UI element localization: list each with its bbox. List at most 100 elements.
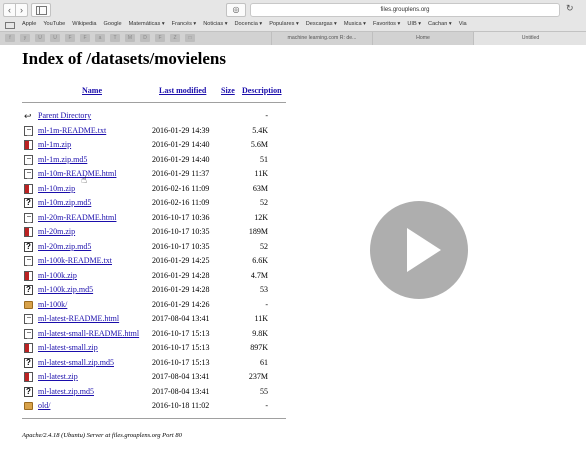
- file-link[interactable]: ml-latest-small.zip.md5: [38, 356, 114, 370]
- table-row: ml-1m.zip.md5 2016-01-29 14:40 51: [22, 153, 292, 167]
- last-modified-cell: 2016-01-29 11:37: [152, 169, 210, 178]
- text-file-icon: [24, 314, 33, 324]
- tab-machine-learning[interactable]: machine learning.com R: de...: [271, 32, 372, 45]
- last-modified-cell: 2017-08-04 13:41: [152, 386, 210, 396]
- bookmark-item[interactable]: Musica ▾: [344, 21, 366, 27]
- compressed-file-icon: [24, 183, 33, 194]
- file-link[interactable]: ml-100k-README.txt: [38, 254, 112, 268]
- column-header-description[interactable]: Description: [242, 86, 282, 95]
- file-link[interactable]: ml-100k.zip: [38, 269, 77, 283]
- column-header-last-modified[interactable]: Last modified: [159, 86, 206, 95]
- bookmark-item[interactable]: Apple: [22, 21, 36, 27]
- tab-home[interactable]: Home: [372, 32, 473, 45]
- bookmarks-bar: Apple YouTube Wikipedia Google Matemáticas ▾…: [0, 18, 586, 31]
- size-cell: 61: [260, 357, 268, 367]
- pinned-tab-icon[interactable]: f: [5, 34, 15, 42]
- play-button[interactable]: [370, 201, 468, 299]
- file-link[interactable]: old/: [38, 399, 50, 413]
- file-link[interactable]: ml-20m.zip: [38, 225, 75, 239]
- size-cell: 55: [260, 386, 268, 396]
- last-modified-cell: 2016-01-29 14:40: [152, 140, 210, 149]
- browser-toolbar: ‹ › ◎ files.grouplens.org ↻: [0, 0, 586, 18]
- size-cell: 6.6K: [252, 256, 268, 265]
- pinned-tab-icon[interactable]: □: [185, 34, 195, 42]
- grid-icon[interactable]: [5, 22, 15, 29]
- file-link[interactable]: Parent Directory: [38, 109, 91, 123]
- file-link[interactable]: ml-10m-README.html: [38, 167, 116, 181]
- bookmark-item[interactable]: Wikipedia: [72, 21, 96, 27]
- size-cell: 237M: [248, 372, 268, 381]
- bookmark-item[interactable]: Google: [104, 21, 122, 27]
- file-link[interactable]: ml-10m.zip: [38, 182, 75, 196]
- bookmark-item[interactable]: Descargas ▾: [306, 21, 337, 27]
- reload-icon[interactable]: ↻: [566, 3, 574, 14]
- text-file-icon: [24, 169, 33, 179]
- pinned-tab-icon[interactable]: F: [155, 34, 165, 42]
- pinned-tab-icon[interactable]: D: [140, 34, 150, 42]
- table-row: ? ml-20m.zip.md5 2016-10-17 10:35 52: [22, 240, 292, 254]
- bookmark-item[interactable]: Docencia ▾: [235, 21, 263, 27]
- sidebar-toggle-button[interactable]: [31, 3, 51, 17]
- unknown-file-icon: ?: [24, 386, 33, 397]
- column-header-name[interactable]: Name: [82, 86, 102, 95]
- privacy-button[interactable]: ◎: [226, 3, 246, 17]
- text-file-icon: [24, 328, 33, 339]
- file-link[interactable]: ml-latest.zip.md5: [38, 385, 94, 399]
- compressed-file-icon: [24, 227, 33, 237]
- pinned-tab-icon[interactable]: U: [50, 34, 60, 42]
- file-link[interactable]: ml-20m.zip.md5: [38, 240, 91, 254]
- pinned-tab-icon[interactable]: Z: [170, 34, 180, 42]
- file-link[interactable]: ml-latest.zip: [38, 370, 78, 384]
- last-modified-cell: 2016-10-17 15:13: [152, 343, 210, 352]
- last-modified-cell: 2016-10-17 15:13: [152, 357, 210, 367]
- pinned-tab-icon[interactable]: U: [35, 34, 45, 42]
- file-link[interactable]: ml-latest-small-README.html: [38, 327, 139, 341]
- bookmark-item[interactable]: YouTube: [43, 21, 65, 27]
- unknown-file-icon: ?: [24, 285, 33, 295]
- pinned-tab-icon[interactable]: a: [95, 34, 105, 42]
- bookmark-item[interactable]: Noticias ▾: [203, 21, 227, 27]
- pinned-tab-icon[interactable]: y: [20, 34, 30, 42]
- file-link[interactable]: ml-1m-README.txt: [38, 124, 106, 138]
- bookmark-item[interactable]: Favoritos ▾: [373, 21, 400, 27]
- file-link[interactable]: ml-latest-small.zip: [38, 341, 98, 355]
- last-modified-cell: 2016-02-16 11:09: [152, 183, 210, 193]
- bookmark-item[interactable]: Cachan ▾: [428, 21, 452, 27]
- table-row: ml-10m.zip 2016-02-16 11:09 63M: [22, 182, 292, 196]
- file-link[interactable]: ml-1m.zip.md5: [38, 153, 87, 167]
- table-row: ml-latest-small-README.html 2016-10-17 15…: [22, 327, 292, 341]
- bookmarks-list: Apple YouTube Wikipedia Google Matemáticas ▾…: [22, 18, 474, 31]
- pinned-tab-icon[interactable]: F: [80, 34, 90, 42]
- bookmark-item[interactable]: Populares ▾: [269, 21, 299, 27]
- address-bar[interactable]: files.grouplens.org: [250, 3, 560, 17]
- column-header-size[interactable]: Size: [221, 86, 235, 95]
- last-modified-cell: 2016-10-17 15:13: [152, 328, 210, 338]
- file-link[interactable]: ml-1m.zip: [38, 138, 71, 152]
- table-row: ml-latest-README.html 2017-08-04 13:41 11K: [22, 312, 292, 326]
- last-modified-cell: 2016-01-29 14:39: [152, 125, 210, 135]
- pinned-tab-icon[interactable]: F: [65, 34, 75, 42]
- table-row: ml-100k/2016-01-29 14:26 -: [22, 298, 292, 312]
- bookmark-item[interactable]: UIB ▾: [407, 21, 421, 27]
- bookmark-item[interactable]: Matemáticas ▾: [129, 21, 165, 27]
- size-cell: 52: [260, 241, 268, 251]
- compressed-file-icon: [24, 140, 33, 150]
- pinned-tab-icon[interactable]: M: [125, 34, 135, 42]
- file-link[interactable]: ml-100k.zip.md5: [38, 283, 93, 297]
- bookmark-item[interactable]: Via: [459, 21, 467, 27]
- file-link[interactable]: ml-10m.zip.md5: [38, 196, 91, 210]
- forward-button[interactable]: ›: [15, 3, 28, 17]
- file-link[interactable]: ml-latest-README.html: [38, 312, 119, 326]
- file-link[interactable]: ml-20m-README.html: [38, 211, 116, 225]
- last-modified-cell: 2017-08-04 13:41: [152, 372, 210, 381]
- file-link[interactable]: ml-100k/: [38, 298, 67, 312]
- bookmark-item[interactable]: Francés ▾: [172, 21, 197, 27]
- size-cell: 11K: [254, 314, 268, 323]
- tab-untitled[interactable]: Untitled: [473, 32, 586, 45]
- table-row: ? ml-100k.zip.md5 2016-01-29 14:28 53: [22, 283, 292, 297]
- pinned-tab-icon[interactable]: T: [110, 34, 120, 42]
- size-cell: 53: [260, 285, 268, 294]
- chevron-right-icon: ›: [20, 5, 23, 15]
- last-modified-cell: 2016-01-29 14:28: [152, 270, 210, 280]
- table-row: ml-1m-README.txt 2016-01-29 14:39 5.4K: [22, 124, 292, 138]
